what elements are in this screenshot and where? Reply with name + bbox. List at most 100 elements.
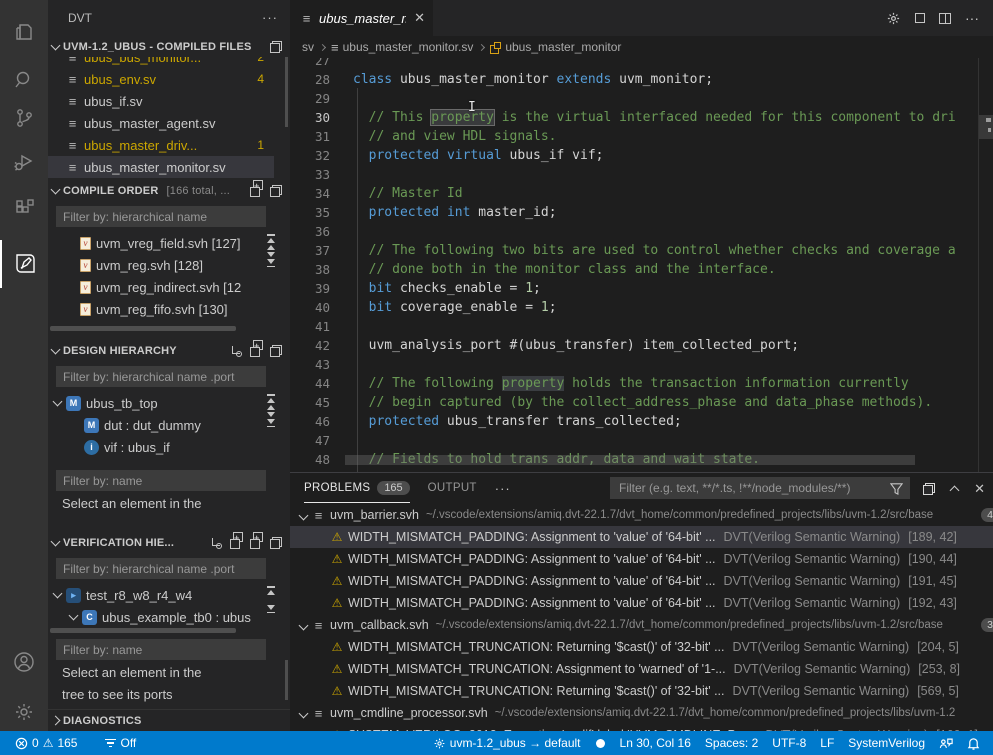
problem-row[interactable]: ⚠WIDTH_MISMATCH_TRUNCATION: Returning '$… (290, 680, 993, 702)
tab-problems[interactable]: PROBLEMS 165 (304, 473, 410, 503)
diagnostics-header: DIAGNOSTICS (63, 715, 142, 727)
more-actions-icon[interactable]: ··· (965, 10, 979, 26)
compile-order-item[interactable]: vuvm_reg.svh [128] (48, 254, 274, 276)
tree-scroll-buttons[interactable] (264, 234, 278, 267)
accounts-icon[interactable] (0, 638, 48, 686)
encoding-status[interactable]: UTF-8 (765, 736, 813, 750)
file-item[interactable]: ≡ubus_bus_monitor...2 (48, 57, 274, 68)
code-editor[interactable]: 2728class ubus_master_monitor extends uv… (290, 58, 993, 472)
close-panel-icon[interactable]: ✕ (974, 481, 985, 497)
feedback-icon[interactable] (932, 737, 960, 750)
module-instance-icon: M (84, 418, 99, 433)
problems-panel: PROBLEMS 165 OUTPUT ··· ✕ ≡uvm_barrier.s… (290, 472, 993, 731)
expand-all-icon[interactable] (250, 537, 262, 549)
design-name-filter-input[interactable] (56, 470, 266, 491)
dvt-filter-status[interactable]: Off (98, 736, 143, 750)
code-line: 45 // begin captured (by the collect_add… (290, 393, 978, 412)
verification-tree-node[interactable]: ▸test_r8_w8_r4_w4 (48, 584, 274, 606)
source-control-icon[interactable] (0, 94, 48, 142)
compile-order-item[interactable]: vuvm_vreg_field.svh [127] (48, 232, 274, 254)
problems-status[interactable]: 0 ⚠ 165 (8, 736, 84, 750)
compile-order-item[interactable]: vuvm_reg_file.svh (48, 320, 274, 325)
problem-file-row[interactable]: ≡uvm_barrier.svh~/.vscode/extensions/ami… (290, 504, 993, 526)
extensions-icon[interactable] (0, 184, 48, 232)
problem-row[interactable]: ⚠WIDTH_MISMATCH_PADDING: Assignment to '… (290, 526, 993, 548)
open-in-editor-icon[interactable] (923, 483, 935, 495)
section-design-hierarchy[interactable]: DESIGN HIERARCHY (48, 340, 290, 362)
problem-row[interactable]: ⚠WIDTH_MISMATCH_PADDING: Assignment to '… (290, 570, 993, 592)
hierarchy-icon[interactable] (210, 537, 222, 549)
design-tree-node[interactable]: Mubus_tb_top (48, 392, 274, 414)
problem-row[interactable]: ⚠WIDTH_MISMATCH_PADDING: Assignment to '… (290, 592, 993, 614)
expand-all-icon[interactable] (250, 185, 262, 197)
design-tree-node[interactable]: ivif : ubus_if (48, 436, 274, 458)
compile-order-item[interactable]: vuvm_reg_fifo.svh [130] (48, 298, 274, 320)
expand-all-icon[interactable] (250, 345, 262, 357)
file-item[interactable]: ≡ubus_if.sv (48, 90, 274, 112)
run-debug-icon[interactable] (0, 138, 48, 186)
file-item[interactable]: ≡ubus_master_monitor.sv (48, 156, 274, 178)
problem-file-row[interactable]: ≡uvm_callback.svh~/.vscode/extensions/am… (290, 614, 993, 636)
compile-order-filter-input[interactable] (56, 206, 266, 227)
breadcrumb-file[interactable]: ubus_master_monitor.sv (343, 40, 474, 54)
file-item[interactable]: ≡ubus_env.sv4 (48, 68, 274, 90)
dvt-icon[interactable] (0, 240, 48, 288)
collapse-all-icon[interactable] (270, 537, 282, 549)
section-diagnostics[interactable]: DIAGNOSTICS (48, 709, 290, 731)
editor-horizontal-scrollbar[interactable] (345, 455, 915, 465)
breadcrumb-symbol[interactable]: ubus_master_monitor (505, 40, 621, 54)
design-hierarchy-filter-input[interactable] (56, 366, 266, 387)
verification-tree-node[interactable]: Cubus_example_tb0 : ubus (48, 606, 274, 627)
problem-row[interactable]: ⚠SYSTEM_VERILOG_2012: Expecting 'endif' … (290, 724, 993, 731)
sidebar-scrollbar[interactable] (285, 660, 288, 700)
problems-filter-input[interactable] (610, 477, 910, 499)
sidebar-more-icon[interactable]: ··· (262, 10, 278, 25)
file-item[interactable]: ≡ubus_master_agent.sv (48, 112, 274, 134)
notifications-bell-icon[interactable] (960, 737, 987, 750)
problem-file-row[interactable]: ≡uvm_cmdline_processor.svh~/.vscode/exte… (290, 702, 993, 724)
tree-scroll-buttons[interactable] (264, 586, 278, 613)
compile-order-item[interactable]: vuvm_reg_indirect.svh [12 (48, 276, 274, 298)
open-changes-icon[interactable] (915, 13, 925, 23)
depth-icon[interactable] (230, 537, 242, 549)
tab-bar: ≡ ubus_master_monitor.sv ✕ ··· (290, 0, 993, 36)
indentation-status[interactable]: Spaces: 2 (698, 736, 765, 750)
collapse-all-icon[interactable] (270, 185, 282, 197)
eol-status[interactable]: LF (813, 736, 841, 750)
tab-ubus-master-monitor[interactable]: ≡ ubus_master_monitor.sv ✕ (290, 0, 433, 36)
tree-scroll-buttons[interactable] (264, 394, 278, 427)
problem-row[interactable]: ⚠WIDTH_MISMATCH_PADDING: Assignment to '… (290, 548, 993, 570)
minimap[interactable] (978, 58, 993, 472)
design-tree-node[interactable]: Mdut : dut_dummy (48, 414, 274, 436)
file-item[interactable]: ≡ubus_master_driv...1 (48, 134, 274, 156)
filter-funnel-icon[interactable] (890, 482, 903, 495)
collapse-all-icon[interactable] (270, 345, 282, 357)
panel-more-icon[interactable]: ··· (495, 481, 511, 496)
verification-name-filter-input[interactable] (56, 639, 266, 660)
horizontal-scrollbar[interactable] (50, 628, 236, 633)
close-tab-icon[interactable]: ✕ (414, 10, 425, 26)
hierarchy-icon[interactable] (230, 345, 242, 357)
horizontal-scrollbar[interactable] (50, 326, 236, 331)
split-editor-icon[interactable] (939, 13, 951, 24)
class-instance-icon: C (82, 610, 97, 625)
project-selector[interactable]: uvm-1.2_ubus → default (426, 736, 588, 750)
settings-gear-icon[interactable] (0, 688, 48, 736)
sidebar-scrollbar[interactable] (285, 57, 288, 127)
section-compiled-files[interactable]: UVM-1.2_UBUS - COMPILED FILES (48, 36, 290, 58)
explorer-icon[interactable] (0, 8, 48, 56)
output-tab-label: OUTPUT (428, 482, 477, 494)
problem-row[interactable]: ⚠WIDTH_MISMATCH_TRUNCATION: Assignment t… (290, 658, 993, 680)
gear-icon[interactable] (886, 11, 901, 26)
tab-output[interactable]: OUTPUT (428, 473, 477, 503)
section-compile-order[interactable]: COMPILE ORDER [166 total, ... (48, 180, 290, 202)
section-verification-hierarchy[interactable]: VERIFICATION HIE... (48, 532, 290, 554)
maximize-panel-icon[interactable] (950, 486, 960, 496)
language-mode[interactable]: SystemVerilog (841, 736, 932, 750)
verification-filter-input[interactable] (56, 558, 266, 579)
line-number: 32 (290, 148, 330, 163)
problem-row[interactable]: ⚠WIDTH_MISMATCH_TRUNCATION: Returning '$… (290, 636, 993, 658)
breadcrumb-folder[interactable]: sv (302, 40, 314, 54)
cursor-position[interactable]: Ln 30, Col 16 (613, 736, 698, 750)
open-view-icon[interactable] (270, 41, 282, 53)
